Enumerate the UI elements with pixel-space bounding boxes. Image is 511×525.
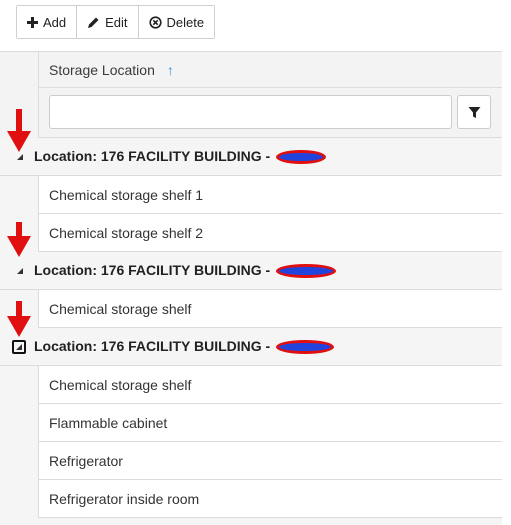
- storage-location-cell[interactable]: Chemical storage shelf: [39, 290, 502, 328]
- redaction-mark: [276, 150, 327, 165]
- storage-location-cell[interactable]: Chemical storage shelf 1: [39, 176, 502, 214]
- group-collapse-toggle[interactable]: [13, 264, 27, 278]
- plus-icon: [27, 16, 38, 28]
- group-header-row: Location: 176 FACILITY BUILDING -: [0, 328, 502, 366]
- sort-ascending-icon: ↑: [166, 61, 174, 78]
- group-label-text: Location: 176 FACILITY BUILDING -: [34, 338, 271, 354]
- group-label: Location: 176 FACILITY BUILDING -: [34, 262, 337, 279]
- table-row: Chemical storage shelf: [0, 290, 502, 328]
- table-row: Flammable cabinet: [0, 404, 502, 442]
- annotation-arrow-icon: [7, 222, 31, 257]
- column-header-label: Storage Location: [49, 61, 155, 78]
- toolbar: Add Edit Delete: [16, 5, 216, 39]
- filter-row: [39, 89, 502, 138]
- annotation-arrow-icon: [7, 301, 31, 337]
- group-label-text: Location: 176 FACILITY BUILDING -: [34, 262, 271, 278]
- table-row: Chemical storage shelf 1: [0, 176, 502, 214]
- delete-button[interactable]: Delete: [137, 6, 215, 38]
- table-row: Refrigerator inside room: [0, 480, 502, 518]
- storage-location-cell[interactable]: Refrigerator: [39, 442, 502, 480]
- group-label: Location: 176 FACILITY BUILDING -: [34, 338, 335, 355]
- pencil-icon: [88, 17, 99, 28]
- filter-button[interactable]: [457, 95, 491, 129]
- storage-location-cell[interactable]: Chemical storage shelf: [39, 366, 502, 404]
- group-label-text: Location: 176 FACILITY BUILDING -: [34, 148, 271, 164]
- expanded-triangle-icon: [17, 268, 23, 274]
- group-header-row: Location: 176 FACILITY BUILDING -: [0, 138, 502, 176]
- expanded-triangle-icon: [17, 154, 23, 160]
- add-button[interactable]: Add: [17, 6, 77, 38]
- edit-button-label: Edit: [105, 14, 128, 30]
- circle-x-icon: [148, 15, 162, 29]
- group-header-row: Location: 176 FACILITY BUILDING -: [0, 252, 502, 290]
- redaction-mark: [276, 340, 335, 355]
- group-label: Location: 176 FACILITY BUILDING -: [34, 148, 327, 165]
- expanded-triangle-icon: [16, 344, 22, 350]
- column-header-storage-location[interactable]: Storage Location ↑: [39, 52, 502, 88]
- table-row: Refrigerator: [0, 442, 502, 480]
- row-indent: [0, 366, 39, 404]
- storage-location-cell[interactable]: Refrigerator inside room: [39, 480, 502, 518]
- row-indent: [0, 442, 39, 480]
- storage-location-cell[interactable]: Chemical storage shelf 2: [39, 214, 502, 252]
- storage-location-cell[interactable]: Flammable cabinet: [39, 404, 502, 442]
- delete-button-label: Delete: [166, 14, 205, 30]
- row-indent: [0, 404, 39, 442]
- row-indent: [0, 176, 39, 214]
- annotation-arrow-icon: [7, 109, 31, 152]
- table-row: Chemical storage shelf 2: [0, 214, 502, 252]
- redaction-mark: [276, 264, 337, 279]
- funnel-icon: [468, 106, 480, 118]
- row-indent: [0, 480, 39, 518]
- storage-location-filter-input[interactable]: [49, 95, 452, 129]
- edit-button[interactable]: Edit: [76, 6, 138, 38]
- storage-grid: Storage Location ↑ Location: 176 FACILIT…: [0, 51, 502, 525]
- group-collapse-toggle[interactable]: [12, 340, 26, 354]
- table-row: Chemical storage shelf: [0, 366, 502, 404]
- add-button-label: Add: [43, 14, 67, 30]
